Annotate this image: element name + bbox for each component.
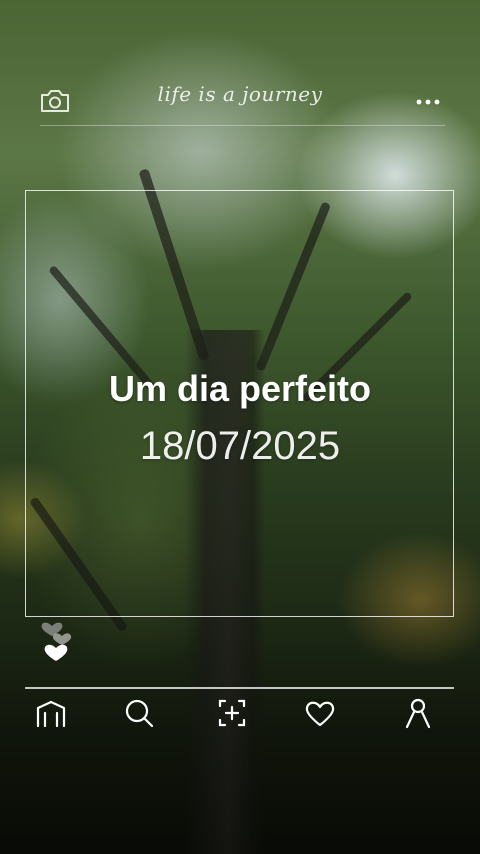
heart-icon[interactable] bbox=[302, 695, 338, 735]
more-horizontal-icon[interactable] bbox=[410, 90, 446, 110]
post-headline: Um dia perfeito bbox=[108, 368, 372, 409]
add-post-icon[interactable] bbox=[214, 695, 250, 735]
search-icon[interactable] bbox=[121, 695, 157, 735]
top-bar: life is a journey bbox=[0, 80, 480, 124]
camera-icon[interactable] bbox=[38, 86, 72, 116]
app-title: life is a journey bbox=[157, 82, 323, 106]
profile-icon[interactable] bbox=[400, 695, 436, 735]
hearts-icon[interactable] bbox=[38, 610, 82, 670]
post-date: 18/07/2025 bbox=[139, 424, 341, 468]
home-icon[interactable] bbox=[33, 695, 69, 735]
bottom-navigation bbox=[0, 695, 480, 739]
top-divider bbox=[40, 125, 445, 126]
bottom-divider bbox=[25, 687, 454, 689]
